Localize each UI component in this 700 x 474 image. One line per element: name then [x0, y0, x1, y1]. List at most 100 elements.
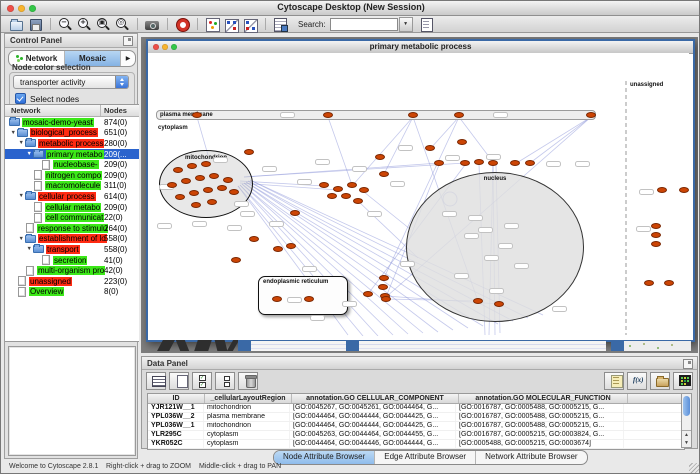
- network-node[interactable]: [207, 199, 217, 205]
- table-scrollbar[interactable]: ▲▼: [681, 393, 692, 448]
- network-node[interactable]: [304, 296, 314, 302]
- network-tree-row[interactable]: multi-organism pro42(0): [5, 265, 139, 276]
- network-node[interactable]: [664, 280, 674, 286]
- column-header-network[interactable]: Network: [11, 106, 41, 115]
- node-color-dropdown[interactable]: transporter activity: [13, 75, 129, 89]
- network-node[interactable]: [217, 185, 227, 191]
- network-tree-row[interactable]: macromolecule311(0): [5, 181, 139, 192]
- network-node[interactable]: [454, 112, 464, 118]
- tab-overflow-arrow-icon[interactable]: ▶: [121, 51, 135, 66]
- table-row[interactable]: YKR052Ccytoplasm[GO:0044464, GO:0044446,…: [148, 440, 684, 449]
- table-cell[interactable]: [GO:0016787, GO:0005215, GO:0003824, G..…: [456, 431, 624, 439]
- table-cell[interactable]: YDR039C__1: [148, 449, 204, 450]
- network-tree-row[interactable]: mosaic-demo-yeast874(0): [5, 117, 139, 128]
- table-cell[interactable]: plasma membrane: [204, 413, 290, 421]
- table-column-header[interactable]: annotation.GO MOLECULAR_FUNCTION: [459, 394, 628, 403]
- search-config-icon[interactable]: [419, 17, 434, 32]
- network-node[interactable]: [347, 182, 357, 188]
- vizmapper-icon[interactable]: [205, 17, 220, 32]
- network-node[interactable]: [203, 187, 213, 193]
- network-tree-row[interactable]: nucleobase-209(0): [5, 159, 139, 170]
- network-node[interactable]: [244, 149, 254, 155]
- network-node[interactable]: [181, 178, 191, 184]
- network-tree-row[interactable]: Overview8(0): [5, 287, 139, 298]
- disclosure-triangle-icon[interactable]: ▼: [19, 193, 24, 199]
- network-node[interactable]: [290, 210, 300, 216]
- network-node[interactable]: [510, 160, 520, 166]
- edge-attribute-icon[interactable]: [243, 17, 258, 32]
- table-cell[interactable]: cytoplasm: [204, 440, 290, 448]
- network-node[interactable]: [231, 257, 241, 263]
- table-cell[interactable]: [GO:0016787, GO:0005488, GO:0005215, G..…: [456, 422, 624, 430]
- network-node[interactable]: [434, 160, 444, 166]
- network-node[interactable]: [488, 160, 498, 166]
- network-node[interactable]: [460, 160, 470, 166]
- network-node[interactable]: [341, 193, 351, 199]
- network-node[interactable]: [319, 182, 329, 188]
- table-cell[interactable]: [GO:0045263, GO:0044464, GO:0044455, G..…: [290, 431, 456, 439]
- table-row[interactable]: YJR121W__1mitochondrion[GO:0045267, GO:0…: [148, 404, 684, 413]
- network-node[interactable]: [173, 167, 183, 173]
- float-data-panel-icon[interactable]: [683, 359, 693, 369]
- open-session-icon[interactable]: [9, 17, 24, 32]
- network-node[interactable]: [191, 202, 201, 208]
- table-cell[interactable]: YPL036W__2: [148, 413, 204, 421]
- network-tree-row[interactable]: nitrogen compo209(0): [5, 170, 139, 181]
- network-tree-row[interactable]: ▼transport558(0): [5, 244, 139, 255]
- table-row[interactable]: YPL036W__2plasma membrane[GO:0044464, GO…: [148, 413, 684, 422]
- attribute-matrix-icon[interactable]: [673, 372, 693, 390]
- network-node[interactable]: [363, 291, 373, 297]
- table-cell[interactable]: [GO:0005488, GO:0005215, GO:0003674]: [456, 440, 624, 448]
- table-cell[interactable]: [GO:0016787, GO:0005488, GO:0005215, G..…: [456, 413, 624, 421]
- network-node[interactable]: [286, 243, 296, 249]
- network-node[interactable]: [586, 112, 596, 118]
- unselect-attributes-icon[interactable]: [215, 372, 235, 390]
- table-cell[interactable]: [GO:0045267, GO:0045261, GO:0044464, G..…: [290, 404, 456, 412]
- float-panel-icon[interactable]: [123, 36, 133, 46]
- network-node[interactable]: [167, 182, 177, 188]
- network-node[interactable]: [175, 194, 185, 200]
- zoom-selected-icon[interactable]: ▣: [96, 17, 111, 32]
- zoom-out-icon[interactable]: −: [58, 17, 73, 32]
- network-node[interactable]: [201, 161, 211, 167]
- network-node[interactable]: [378, 284, 388, 290]
- network-node[interactable]: [323, 112, 333, 118]
- delete-attribute-icon[interactable]: [238, 372, 258, 390]
- network-tree-row[interactable]: cell communicat22(0): [5, 212, 139, 223]
- network-node[interactable]: [249, 236, 259, 242]
- disclosure-triangle-icon[interactable]: ▼: [27, 246, 32, 252]
- table-cell[interactable]: YLR295C: [148, 431, 204, 439]
- network-node[interactable]: [651, 232, 661, 238]
- table-cell[interactable]: [GO:0044464, GO:0044446, GO:0044444, G..…: [290, 440, 456, 448]
- network-tree-row[interactable]: ▼cellular process614(0): [5, 191, 139, 202]
- network-canvas[interactable]: plasma membrane cytoplasm mitochondrion …: [148, 53, 689, 336]
- zoom-in-icon[interactable]: +: [77, 17, 92, 32]
- network-node[interactable]: [379, 171, 389, 177]
- network-node[interactable]: [327, 193, 337, 199]
- table-cell[interactable]: cytoplasm: [204, 431, 290, 439]
- network-node[interactable]: [223, 177, 233, 183]
- network-node[interactable]: [209, 173, 219, 179]
- zoom-fit-icon[interactable]: ◎: [115, 17, 130, 32]
- table-cell[interactable]: YJR121W__1: [148, 404, 204, 412]
- network-tree-row[interactable]: response to stimulu264(0): [5, 223, 139, 234]
- network-tree-row[interactable]: secretion41(0): [5, 255, 139, 266]
- table-column-header[interactable]: ID: [148, 394, 205, 403]
- column-divider[interactable]: [100, 105, 101, 116]
- table-cell[interactable]: [GO:0016787, GO:0005488, GO:0005215, G..…: [456, 404, 624, 412]
- table-cell[interactable]: YKR052C: [148, 440, 204, 448]
- network-node[interactable]: [273, 246, 283, 252]
- network-tree-row[interactable]: cellular metabo209(0): [5, 202, 139, 213]
- network-node[interactable]: [375, 154, 385, 160]
- network-node[interactable]: [525, 160, 535, 166]
- network-node[interactable]: [381, 296, 391, 302]
- network-node[interactable]: [229, 189, 239, 195]
- network-node[interactable]: [494, 301, 504, 307]
- network-node[interactable]: [651, 223, 661, 229]
- network-tree-row[interactable]: ▼biological_process651(0): [5, 128, 139, 139]
- network-node[interactable]: [408, 112, 418, 118]
- network-node[interactable]: [473, 298, 483, 304]
- table-column-header[interactable]: _cellularLayoutRegion: [205, 394, 292, 403]
- network-tree-row[interactable]: unassigned223(0): [5, 276, 139, 287]
- filter-icon[interactable]: [273, 17, 288, 32]
